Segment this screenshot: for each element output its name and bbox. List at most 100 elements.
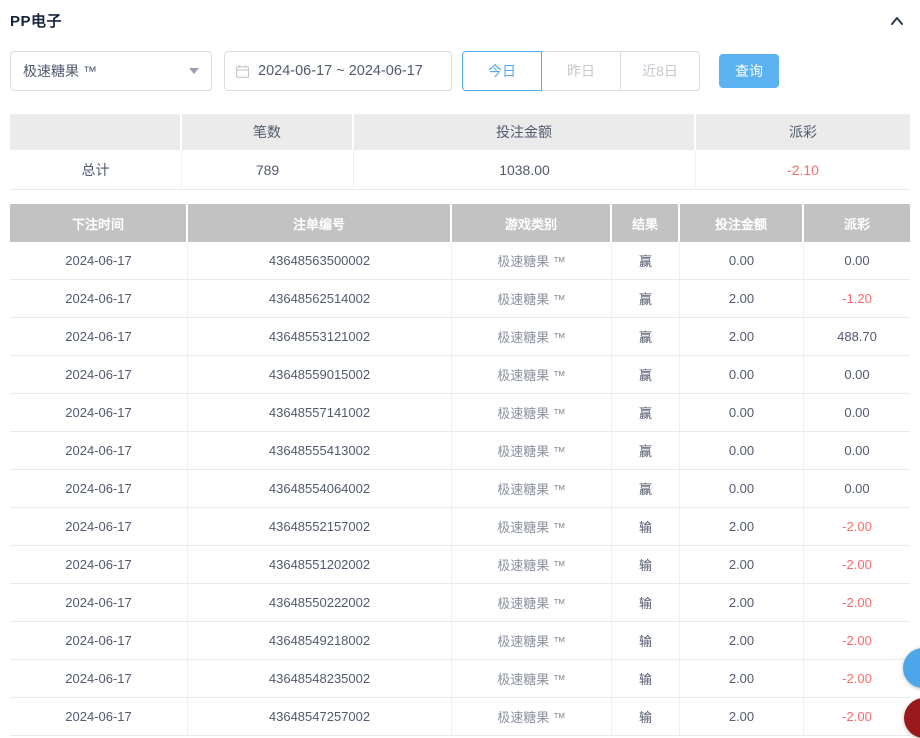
cell-game-type: 极速糖果 ™ xyxy=(452,318,612,356)
cell-payout: 0.00 xyxy=(804,432,910,470)
summary-payout-value: -2.10 xyxy=(696,150,910,190)
cell-bet-amount: 0.00 xyxy=(680,356,804,394)
cell-game-type: 极速糖果 ™ xyxy=(452,432,612,470)
records-body: 2024-06-1743648563500002极速糖果 ™赢0.000.002… xyxy=(10,242,910,736)
cell-payout: 488.70 xyxy=(804,318,910,356)
page-title: PP电子 xyxy=(10,10,62,31)
table-row: 2024-06-1743648559015002极速糖果 ™赢0.000.00 xyxy=(10,356,910,394)
summary-header-cell: 笔数 xyxy=(182,114,354,150)
cell-bet-time: 2024-06-17 xyxy=(10,432,188,470)
records-header-cell: 注单编号 xyxy=(188,204,452,242)
cell-order-no: 43648553121002 xyxy=(188,318,452,356)
collapse-button[interactable] xyxy=(884,12,910,30)
cell-bet-time: 2024-06-17 xyxy=(10,584,188,622)
quick-filter-button-2[interactable]: 昨日 xyxy=(541,51,621,91)
cell-bet-time: 2024-06-17 xyxy=(10,318,188,356)
cell-bet-amount: 0.00 xyxy=(680,242,804,280)
cell-bet-time: 2024-06-17 xyxy=(10,508,188,546)
cell-result: 输 xyxy=(612,698,680,736)
cell-bet-time: 2024-06-17 xyxy=(10,660,188,698)
cell-payout: 0.00 xyxy=(804,242,910,280)
cell-order-no: 43648554064002 xyxy=(188,470,452,508)
cell-order-no: 43648547257002 xyxy=(188,698,452,736)
table-row: 2024-06-1743648555413002极速糖果 ™赢0.000.00 xyxy=(10,432,910,470)
cell-order-no: 43648549218002 xyxy=(188,622,452,660)
summary-count-value: 789 xyxy=(182,150,354,190)
table-row: 2024-06-1743648550222002极速糖果 ™输2.00-2.00 xyxy=(10,584,910,622)
cell-bet-amount: 2.00 xyxy=(680,698,804,736)
records-header-cell: 下注时间 xyxy=(10,204,188,242)
calendar-icon xyxy=(235,64,250,79)
cell-payout: -2.00 xyxy=(804,508,910,546)
cell-order-no: 43648557141002 xyxy=(188,394,452,432)
summary-header-cell xyxy=(10,114,182,150)
cell-result: 赢 xyxy=(612,280,680,318)
table-row: 2024-06-1743648554064002极速糖果 ™赢0.000.00 xyxy=(10,470,910,508)
cell-payout: 0.00 xyxy=(804,394,910,432)
cell-order-no: 43648551202002 xyxy=(188,546,452,584)
records-header-row: 下注时间注单编号游戏类别结果投注金额派彩 xyxy=(10,204,910,242)
cell-bet-time: 2024-06-17 xyxy=(10,470,188,508)
date-range-value: 2024-06-17 ~ 2024-06-17 xyxy=(258,63,423,79)
query-button[interactable]: 查询 xyxy=(719,54,779,88)
cell-bet-time: 2024-06-17 xyxy=(10,546,188,584)
cell-payout: -2.00 xyxy=(804,698,910,736)
cell-bet-amount: 2.00 xyxy=(680,318,804,356)
table-row: 2024-06-1743648547257002极速糖果 ™输2.00-2.00 xyxy=(10,698,910,736)
cell-bet-amount: 0.00 xyxy=(680,470,804,508)
chevron-down-icon xyxy=(189,68,199,74)
records-header-cell: 结果 xyxy=(612,204,680,242)
cell-game-type: 极速糖果 ™ xyxy=(452,546,612,584)
quick-filter-button-3[interactable]: 近8日 xyxy=(620,51,700,91)
cell-payout: -2.00 xyxy=(804,584,910,622)
filter-bar: 极速糖果 ™ 2024-06-17 ~ 2024-06-17 今日昨日近8日 查… xyxy=(10,51,910,91)
cell-bet-time: 2024-06-17 xyxy=(10,280,188,318)
summary-header-cell: 派彩 xyxy=(696,114,910,150)
cell-order-no: 43648555413002 xyxy=(188,432,452,470)
cell-payout: -2.00 xyxy=(804,622,910,660)
cell-bet-amount: 0.00 xyxy=(680,394,804,432)
cell-bet-time: 2024-06-17 xyxy=(10,394,188,432)
cell-order-no: 43648559015002 xyxy=(188,356,452,394)
cell-bet-time: 2024-06-17 xyxy=(10,242,188,280)
cell-order-no: 43648548235002 xyxy=(188,660,452,698)
table-row: 2024-06-1743648557141002极速糖果 ™赢0.000.00 xyxy=(10,394,910,432)
pp-dianzi-panel: PP电子 极速糖果 ™ 2024-06-17 ~ 2024-06-17 今日昨日… xyxy=(0,0,920,736)
cell-bet-amount: 0.00 xyxy=(680,432,804,470)
table-row: 2024-06-1743648562514002极速糖果 ™赢2.00-1.20 xyxy=(10,280,910,318)
cell-order-no: 43648550222002 xyxy=(188,584,452,622)
cell-bet-amount: 2.00 xyxy=(680,584,804,622)
cell-result: 赢 xyxy=(612,242,680,280)
cell-result: 赢 xyxy=(612,394,680,432)
table-row: 2024-06-1743648553121002极速糖果 ™赢2.00488.7… xyxy=(10,318,910,356)
cell-bet-amount: 2.00 xyxy=(680,280,804,318)
game-select[interactable]: 极速糖果 ™ xyxy=(10,51,212,91)
cell-order-no: 43648563500002 xyxy=(188,242,452,280)
game-select-value: 极速糖果 ™ xyxy=(23,61,97,81)
cell-bet-amount: 2.00 xyxy=(680,508,804,546)
cell-order-no: 43648552157002 xyxy=(188,508,452,546)
cell-result: 输 xyxy=(612,546,680,584)
summary-bet-amount-value: 1038.00 xyxy=(354,150,696,190)
quick-filter-group: 今日昨日近8日 xyxy=(462,51,700,91)
table-row: 2024-06-1743648548235002极速糖果 ™输2.00-2.00 xyxy=(10,660,910,698)
cell-order-no: 43648562514002 xyxy=(188,280,452,318)
records-table: 下注时间注单编号游戏类别结果投注金额派彩 2024-06-17436485635… xyxy=(10,204,910,736)
date-range-input[interactable]: 2024-06-17 ~ 2024-06-17 xyxy=(224,51,452,91)
cell-result: 赢 xyxy=(612,470,680,508)
cell-payout: -2.00 xyxy=(804,660,910,698)
panel-header: PP电子 xyxy=(10,8,910,31)
cell-result: 赢 xyxy=(612,318,680,356)
cell-game-type: 极速糖果 ™ xyxy=(452,508,612,546)
quick-filter-button-1[interactable]: 今日 xyxy=(462,51,542,91)
cell-bet-time: 2024-06-17 xyxy=(10,622,188,660)
table-row: 2024-06-1743648551202002极速糖果 ™输2.00-2.00 xyxy=(10,546,910,584)
cell-result: 输 xyxy=(612,584,680,622)
cell-bet-time: 2024-06-17 xyxy=(10,356,188,394)
cell-bet-time: 2024-06-17 xyxy=(10,698,188,736)
cell-payout: -2.00 xyxy=(804,546,910,584)
table-row: 2024-06-1743648563500002极速糖果 ™赢0.000.00 xyxy=(10,242,910,280)
cell-payout: -1.20 xyxy=(804,280,910,318)
records-header-cell: 派彩 xyxy=(804,204,910,242)
cell-result: 赢 xyxy=(612,432,680,470)
